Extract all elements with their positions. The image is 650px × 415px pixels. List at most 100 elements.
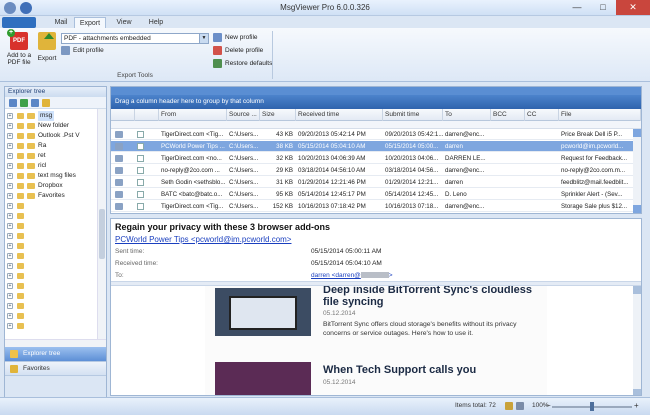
nav-favorites[interactable]: Favorites xyxy=(5,361,106,375)
zoom-in-button[interactable]: + xyxy=(634,401,639,410)
row-checkbox[interactable] xyxy=(137,143,144,150)
row-checkbox[interactable] xyxy=(137,155,144,162)
table-row[interactable]: TigerDirect.com <Tig... C:\Users... 152 KB… xyxy=(111,201,633,212)
col-received[interactable]: Received time xyxy=(296,109,383,121)
expand-icon[interactable]: + xyxy=(7,213,13,219)
tree-item[interactable]: + Favorites xyxy=(5,191,97,201)
expand-icon[interactable]: + xyxy=(7,173,13,179)
edit-profile-button[interactable]: Edit profile xyxy=(61,46,104,55)
expand-icon[interactable]: + xyxy=(7,163,13,169)
expand-icon[interactable]: + xyxy=(7,223,13,229)
tree-item[interactable]: + xyxy=(5,301,97,311)
to-value[interactable]: darren <darren@ xyxy=(311,272,361,279)
favorite-star-icon[interactable] xyxy=(42,99,50,107)
tree-item[interactable]: + Ra xyxy=(5,141,97,151)
expand-icon[interactable]: + xyxy=(7,303,13,309)
zoom-out-button[interactable]: − xyxy=(546,401,551,410)
tree-item[interactable]: + Dropbox xyxy=(5,181,97,191)
nav-explorer-tree[interactable]: Explorer tree xyxy=(5,347,106,361)
tab-view[interactable]: View xyxy=(110,17,138,28)
article-title-1[interactable]: Deep inside BitTorrent Sync's cloudless … xyxy=(323,286,543,308)
expand-icon[interactable]: + xyxy=(7,263,13,269)
row-checkbox[interactable] xyxy=(137,203,144,210)
close-button[interactable]: ✕ xyxy=(616,0,650,15)
tree-item[interactable]: + xyxy=(5,241,97,251)
expand-icon[interactable]: + xyxy=(7,183,13,189)
tree-item[interactable]: + xyxy=(5,311,97,321)
scroll-up-icon[interactable] xyxy=(633,286,641,294)
row-checkbox[interactable] xyxy=(137,191,144,198)
table-row[interactable]: BATC <batc@batc.o... C:\Users... 95 KB 05/1… xyxy=(111,189,633,200)
minimize-button[interactable]: — xyxy=(564,0,590,15)
restore-defaults-button[interactable]: Restore defaults xyxy=(213,59,272,68)
preview-scrollbar[interactable] xyxy=(633,286,641,395)
delete-profile-button[interactable]: Delete profile xyxy=(213,46,263,55)
tab-mail[interactable]: Mail xyxy=(48,17,74,28)
tree-item[interactable]: + Outlook .Pst V xyxy=(5,131,97,141)
preview-from-link[interactable]: PCWorld Power Tips <pcworld@im.pcworld.c… xyxy=(115,235,291,244)
expand-icon[interactable]: + xyxy=(7,313,13,319)
group-by-bar[interactable]: Drag a column header here to group by th… xyxy=(111,95,641,109)
table-row[interactable]: TigerDirect.com <no... C:\Users... 32 KB 10… xyxy=(111,153,633,164)
export-button[interactable]: Export xyxy=(36,32,58,62)
tree-item[interactable]: + xyxy=(5,291,97,301)
scroll-down-icon[interactable] xyxy=(633,205,641,213)
chevron-down-icon[interactable]: ▼ xyxy=(199,34,208,43)
expand-icon[interactable]: + xyxy=(7,193,13,199)
tree-item[interactable]: + text msg files xyxy=(5,171,97,181)
tree-scrollbar[interactable] xyxy=(97,109,106,339)
col-bcc[interactable]: BCC xyxy=(491,109,525,121)
col-from[interactable]: From xyxy=(159,109,227,121)
expand-icon[interactable]: + xyxy=(7,293,13,299)
expand-icon[interactable]: + xyxy=(7,323,13,329)
article-image-support[interactable] xyxy=(215,362,311,395)
folder-view-icon[interactable] xyxy=(9,99,17,107)
scroll-up-icon[interactable] xyxy=(633,129,641,137)
col-icon[interactable] xyxy=(111,109,135,121)
tree-item[interactable]: + xyxy=(5,231,97,241)
expand-icon[interactable]: + xyxy=(7,283,13,289)
grid-scrollbar[interactable] xyxy=(633,129,641,213)
table-row[interactable]: Seth Godin <sethsblo... C:\Users... 31 KB 0… xyxy=(111,177,633,188)
layout-icon[interactable] xyxy=(516,402,524,410)
list-view-icon[interactable] xyxy=(31,99,39,107)
maximize-button[interactable]: □ xyxy=(590,0,616,15)
expand-icon[interactable]: + xyxy=(7,113,13,119)
tree-item[interactable]: + xyxy=(5,261,97,271)
add-to-pdf-button[interactable]: PDF Add to a PDF file xyxy=(6,29,32,66)
to-field[interactable]: darren <darren@ > xyxy=(311,272,393,279)
expand-icon[interactable]: + xyxy=(7,153,13,159)
profile-select[interactable]: PDF - attachments embedded ▼ xyxy=(61,33,209,44)
expand-icon[interactable]: + xyxy=(7,273,13,279)
new-profile-button[interactable]: New profile xyxy=(213,33,258,42)
table-row[interactable]: no-reply@2co.com ... C:\Users... 29 KB 03/1… xyxy=(111,165,633,176)
col-cc[interactable]: CC xyxy=(525,109,559,121)
table-row[interactable]: PCWorld Power Tips ... C:\Users... 38 KB 05… xyxy=(111,141,633,152)
tree-item[interactable]: + xyxy=(5,211,97,221)
table-row[interactable]: TigerDirect.com <Tig... C:\Users... 43 KB 0… xyxy=(111,129,633,140)
refresh-icon[interactable] xyxy=(20,99,28,107)
tree-item[interactable]: + xyxy=(5,251,97,261)
col-size[interactable]: Size xyxy=(260,109,296,121)
filter-row[interactable] xyxy=(111,121,641,129)
row-checkbox[interactable] xyxy=(137,167,144,174)
col-file[interactable]: File xyxy=(559,109,641,121)
tree-item[interactable]: + xyxy=(5,281,97,291)
row-checkbox[interactable] xyxy=(137,131,144,138)
col-to[interactable]: To xyxy=(443,109,491,121)
tree-item[interactable]: + ret xyxy=(5,151,97,161)
zoom-slider-thumb[interactable] xyxy=(590,402,594,411)
expand-icon[interactable]: + xyxy=(7,233,13,239)
row-checkbox[interactable] xyxy=(137,179,144,186)
tree-item[interactable]: + xyxy=(5,201,97,211)
col-source[interactable]: Source ... xyxy=(227,109,260,121)
col-check[interactable] xyxy=(135,109,159,121)
article-title-2[interactable]: When Tech Support calls you xyxy=(323,364,543,376)
tree-item[interactable]: + xyxy=(5,321,97,331)
expand-icon[interactable]: + xyxy=(7,243,13,249)
tree-item[interactable]: + xyxy=(5,271,97,281)
col-submit[interactable]: Submit time xyxy=(383,109,443,121)
expand-icon[interactable]: + xyxy=(7,203,13,209)
lock-icon[interactable] xyxy=(505,402,513,410)
tree-item[interactable]: + ricl xyxy=(5,161,97,171)
